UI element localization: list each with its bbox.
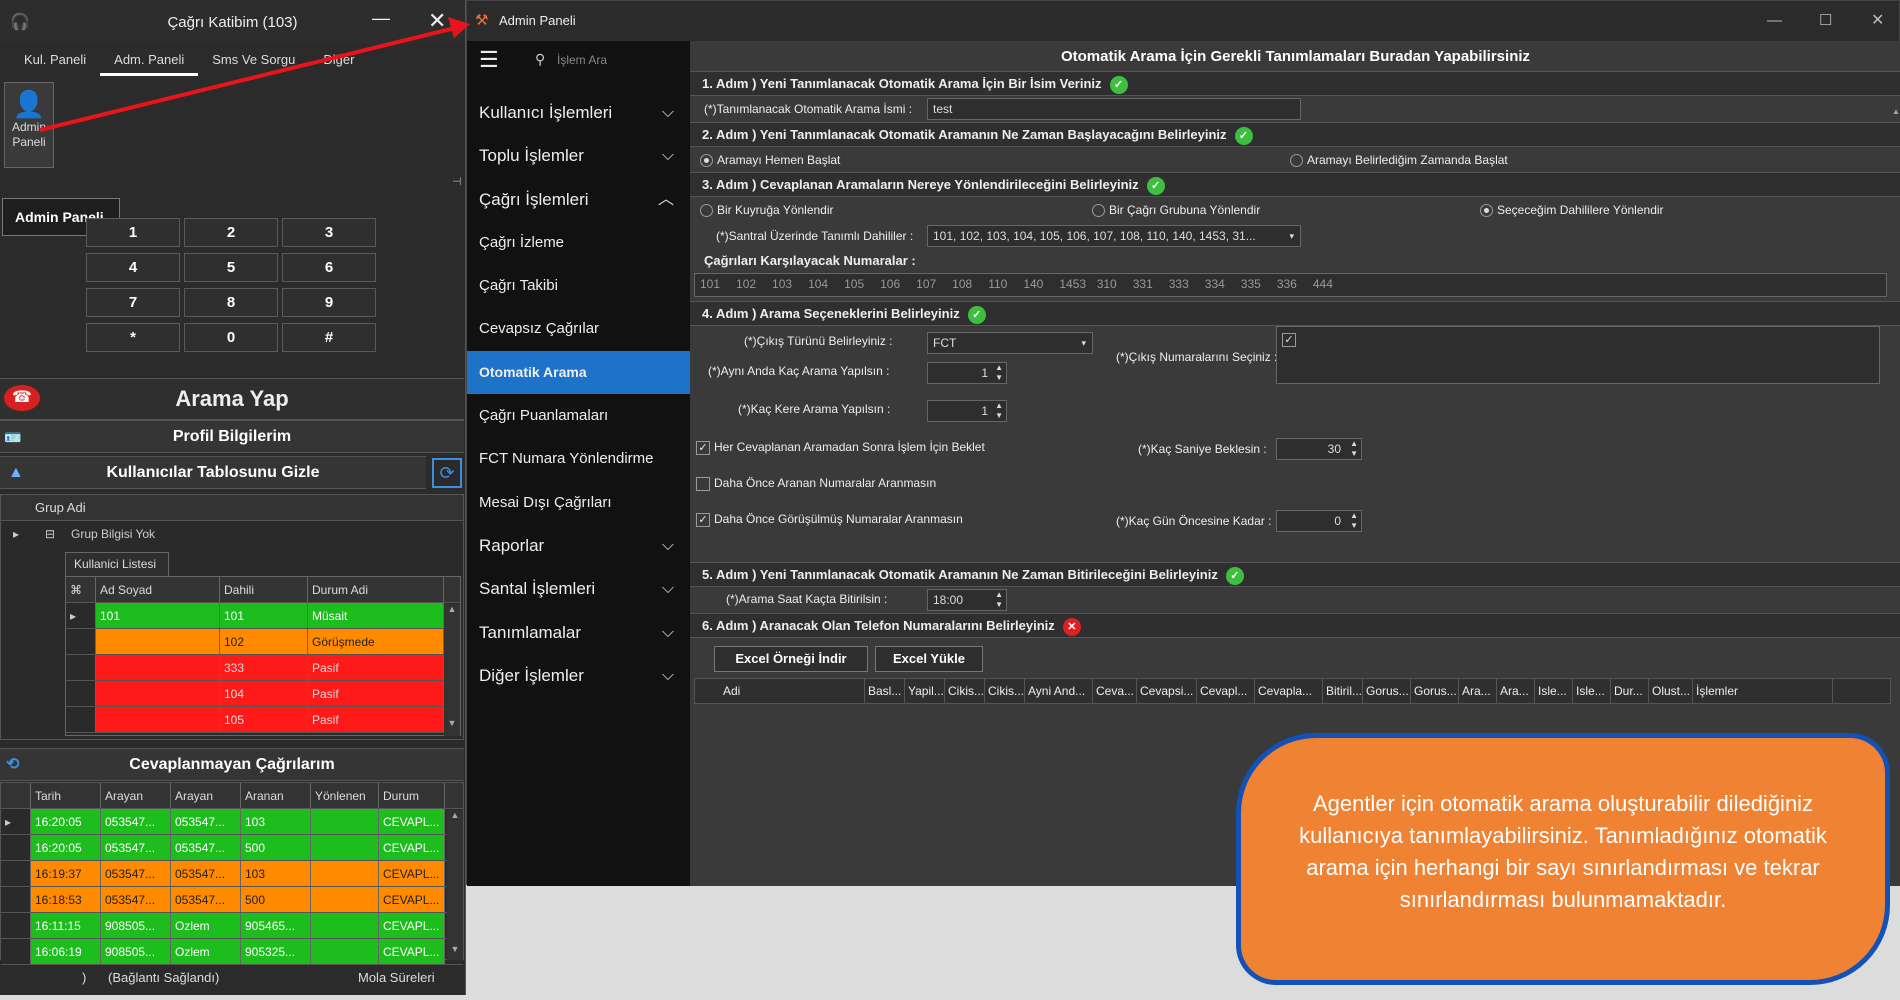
annotation-callout: Agentler için otomatik arama oluşturabil… xyxy=(1236,733,1890,985)
arrow-line xyxy=(39,26,456,132)
arrow-head xyxy=(448,17,470,38)
